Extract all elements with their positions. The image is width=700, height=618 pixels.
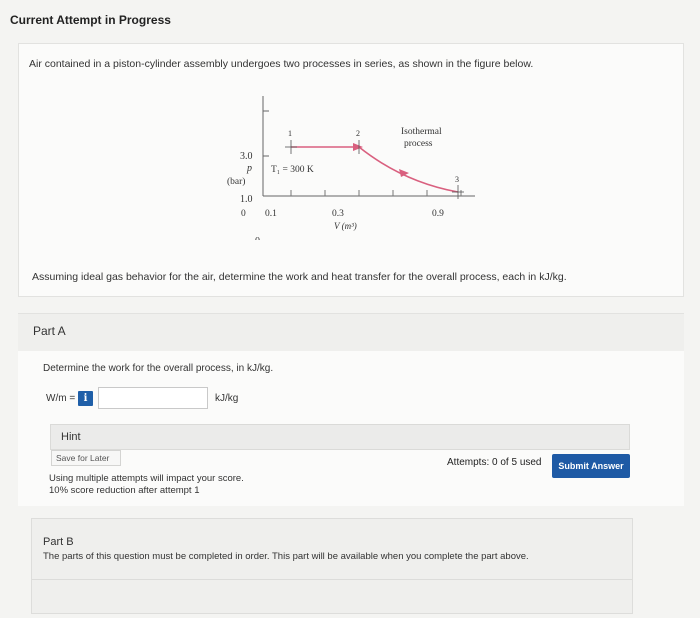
submit-answer-button[interactable]: Submit Answer: [552, 454, 630, 478]
origin-label: 0: [255, 236, 260, 240]
question-text: Assuming ideal gas behavior for the air,…: [32, 271, 567, 283]
x-axis-label: V (m³): [334, 221, 357, 231]
part-b-text: The parts of this question must be compl…: [43, 551, 529, 562]
x-tick-03: 0.3: [332, 209, 344, 219]
part-a-body: Determine the work for the overall proce…: [18, 351, 684, 506]
part-a-header[interactable]: Part A: [18, 313, 684, 351]
x-tick-01: 0.1: [265, 209, 277, 219]
attempts-note-2: 10% score reduction after attempt 1: [49, 485, 200, 496]
part-a-prompt: Determine the work for the overall proce…: [43, 363, 274, 374]
page-title: Current Attempt in Progress: [10, 13, 171, 27]
x-tick-0: 0: [241, 209, 246, 219]
save-for-later-button[interactable]: Save for Later: [51, 450, 121, 466]
attempts-used: Attempts: 0 of 5 used: [447, 457, 542, 468]
hint-label: Hint: [61, 431, 81, 443]
answer-input[interactable]: [98, 387, 208, 409]
part-b-divider: [32, 579, 632, 580]
hint-button[interactable]: Hint: [50, 424, 630, 450]
x-tick-09: 0.9: [432, 209, 444, 219]
diagram-x-labels: 0 0.1 0.3 0.9 V (m³): [241, 209, 444, 231]
answer-input-label: W/m =: [46, 393, 76, 404]
unit-label: kJ/kg: [215, 393, 239, 404]
part-b-label: Part B: [43, 536, 74, 548]
part-b-card: Part B The parts of this question must b…: [31, 518, 633, 614]
info-icon[interactable]: i: [78, 391, 93, 406]
part-a-label: Part A: [33, 324, 66, 338]
attempts-note-1: Using multiple attempts will impact your…: [49, 473, 244, 484]
